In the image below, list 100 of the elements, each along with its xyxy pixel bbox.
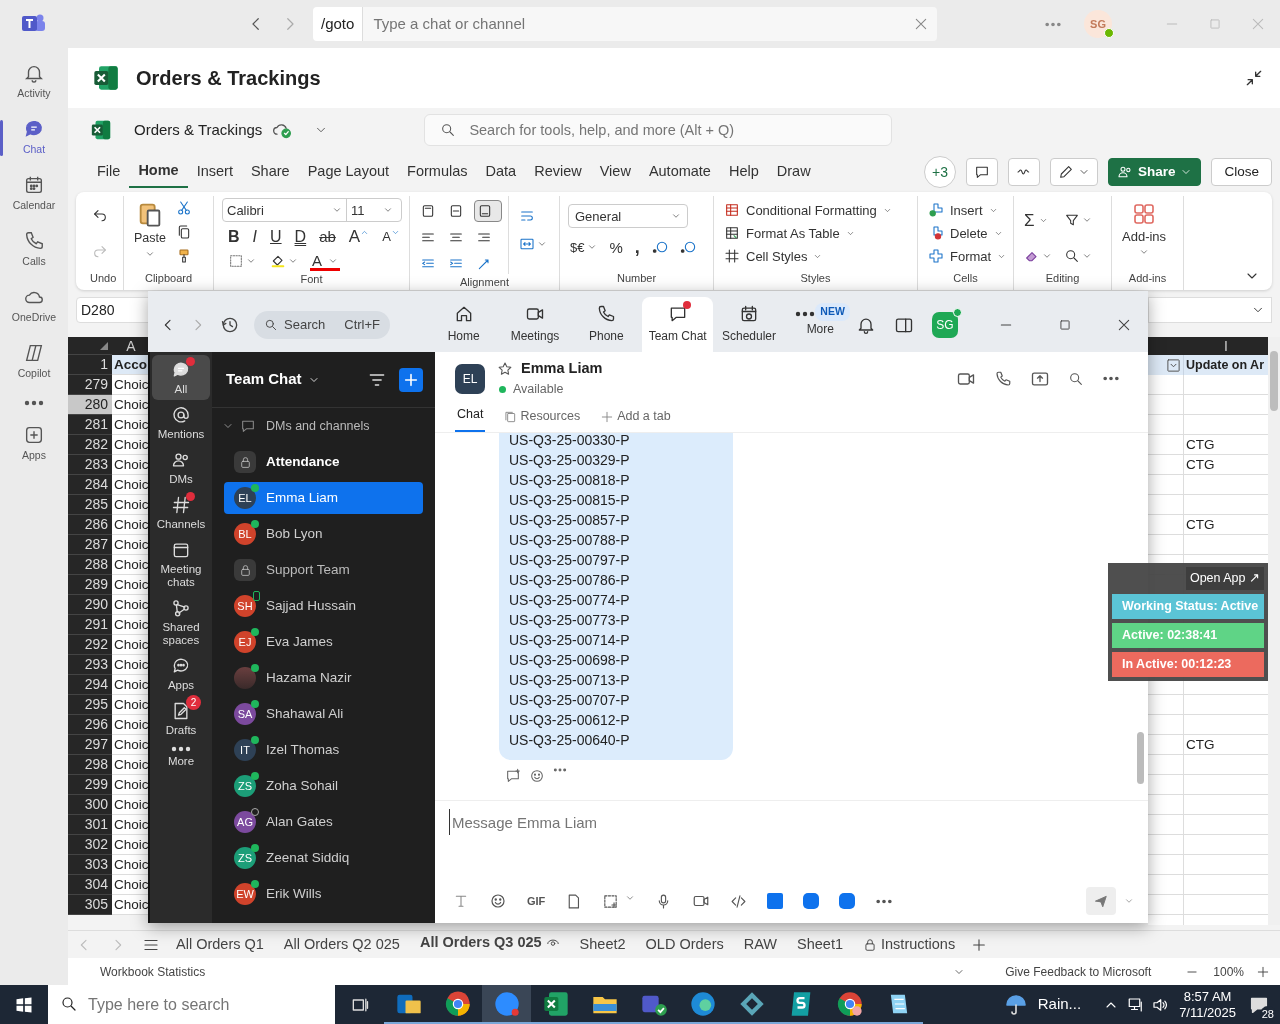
sheet-tab[interactable]: RAW <box>733 929 788 960</box>
decrease-font-button[interactable]: A <box>380 226 402 247</box>
chat-list-item[interactable]: ZS Zoha Sohail <box>224 770 423 802</box>
ribbon-tab[interactable]: Data <box>476 157 526 187</box>
feedback-link[interactable]: Give Feedback to Microsoft <box>1005 962 1152 981</box>
styles-menu-button[interactable]: Format As Table <box>722 223 894 243</box>
ribbon-tab[interactable]: File <box>88 157 130 187</box>
chat-filter-item[interactable]: DMs <box>152 445 210 490</box>
ribbon-tab[interactable]: Draw <box>767 157 820 187</box>
conversation-tab[interactable]: Resources <box>501 403 583 432</box>
percent-button[interactable]: % <box>607 236 625 258</box>
weather-text[interactable]: Rain... <box>1037 993 1082 1016</box>
chat-filter-item[interactable]: Mentions <box>152 400 210 445</box>
ribbon-tab[interactable]: Help <box>719 157 768 187</box>
sheet-tab[interactable]: Sheet1 <box>787 929 853 960</box>
clock-time[interactable]: 8:57 AM <box>1183 988 1232 1005</box>
nav-tab[interactable]: Team Chat <box>642 297 714 352</box>
chat-list-item[interactable]: IT Izel Thomas <box>224 734 423 766</box>
name-box[interactable]: D280 <box>76 297 150 323</box>
ribbon-tab[interactable]: Formulas <box>398 157 477 187</box>
open-app-button[interactable]: Open App ↗ <box>1185 567 1264 590</box>
rail-item[interactable]: OneDrive <box>2 280 66 332</box>
ribbon-tab[interactable]: View <box>590 157 640 187</box>
rail-item[interactable]: Apps <box>2 418 66 470</box>
rail-item[interactable]: Calls <box>2 224 66 276</box>
chat-list-item[interactable]: AG Alan Gates <box>224 806 423 838</box>
chat-list-item[interactable]: Hazama Nazir <box>224 662 423 694</box>
workbook-statistics[interactable]: Workbook Statistics <box>100 962 206 981</box>
nav-tab[interactable]: NEW More <box>784 297 856 352</box>
close-button[interactable]: Close <box>1211 158 1272 186</box>
chat-list-item[interactable]: EJ Eva James <box>224 626 423 658</box>
number-format-dropdown[interactable]: General <box>568 204 688 228</box>
ribbon-tab[interactable]: Automate <box>639 157 720 187</box>
coauthor-count[interactable]: +3 <box>923 156 956 188</box>
chat-list-item[interactable]: SA Shahawal Ali <box>224 698 423 730</box>
chat-filter-item[interactable]: Shared spaces <box>152 593 210 651</box>
currency-button[interactable]: $€ <box>568 236 600 258</box>
conversation-tab[interactable]: Chat <box>455 401 486 432</box>
ribbon-tab[interactable]: Review <box>525 157 591 187</box>
sheet-tab[interactable]: All Orders Q1 <box>166 929 274 960</box>
section-header[interactable]: DMs and channels <box>266 416 370 436</box>
underline-button[interactable]: U <box>268 226 284 247</box>
sheet-tab[interactable]: OLD Orders <box>635 929 734 960</box>
rail-item[interactable]: Copilot <box>2 336 66 388</box>
font-name-dropdown[interactable]: Calibri <box>223 199 347 221</box>
chat-filter-item[interactable]: Channels <box>152 490 210 535</box>
conversation-tab[interactable]: Add a tab <box>598 403 673 432</box>
increase-font-button[interactable]: A <box>346 226 372 247</box>
add-ins-button[interactable]: Add-ins <box>1120 196 1169 270</box>
sheet-tab[interactable]: Instructions <box>853 929 966 960</box>
sheet-tab[interactable]: Sheet2 <box>569 929 636 960</box>
gif-button[interactable]: GIF <box>527 892 546 910</box>
chat-list-item[interactable]: Support Team <box>224 554 423 586</box>
cells-menu-button[interactable]: Insert <box>926 200 1009 220</box>
ribbon-tab[interactable]: Page Layout <box>298 157 399 187</box>
cells-menu-button[interactable]: Delete <box>926 223 1009 243</box>
chat-list-item[interactable]: EL Emma Liam <box>224 482 423 514</box>
ribbon-tab[interactable]: Insert <box>187 157 242 187</box>
cells-menu-button[interactable]: Format <box>926 246 1009 266</box>
chat-filter-item[interactable]: Apps <box>152 651 210 696</box>
tell-me-search-field[interactable]: Search for tools, help, and more (Alt + Q) <box>424 114 893 146</box>
comma-style-button[interactable]: , <box>632 236 642 258</box>
autosum-button[interactable]: Σ <box>1022 206 1062 235</box>
chat-filter-item[interactable]: All <box>152 355 210 400</box>
styles-menu-button[interactable]: Cell Styles <box>722 246 894 266</box>
chat-list-item[interactable]: BL Bob Lyon <box>224 518 423 550</box>
chat-filter-item[interactable]: 2 Drafts <box>152 696 210 741</box>
chat-list-item[interactable]: Attendance <box>224 446 423 478</box>
sheet-tab[interactable]: All Orders Q2 025 <box>273 929 410 960</box>
styles-menu-button[interactable]: Conditional Formatting <box>722 200 894 220</box>
share-button[interactable]: Share <box>1107 158 1202 186</box>
paste-button[interactable]: Paste <box>132 196 168 270</box>
ribbon-tab[interactable]: Home <box>129 156 188 188</box>
zoom-level[interactable]: 100% <box>1213 962 1244 981</box>
search-button[interactable]: Search Ctrl+F <box>254 310 390 339</box>
double-underline-button[interactable]: D <box>292 226 309 247</box>
list-title-dropdown[interactable]: Team Chat <box>226 368 320 391</box>
font-color-button[interactable]: A <box>310 251 340 271</box>
chat-filter-item[interactable]: Meeting chats <box>152 535 210 593</box>
ribbon-tab[interactable]: Share <box>241 157 299 187</box>
italic-button[interactable]: I <box>250 226 259 247</box>
font-size-dropdown[interactable]: 11 <box>347 199 397 221</box>
chat-list-item[interactable]: SH Sajjad Hussain <box>224 590 423 622</box>
nav-tab[interactable]: Meetings <box>499 297 571 352</box>
strikethrough-button[interactable]: ab <box>317 226 338 247</box>
chat-filter-item[interactable]: More <box>152 741 210 772</box>
initials-avatar: IT <box>234 739 256 761</box>
rail-item[interactable]: Calendar <box>2 168 66 220</box>
chat-list-item[interactable]: EW Erik Wills <box>224 878 423 910</box>
taskbar-search-field[interactable]: Type here to search <box>48 985 335 1024</box>
nav-tab[interactable]: Home <box>428 297 500 352</box>
chat-search-field[interactable]: Type a chat or channel <box>363 7 937 41</box>
clock-date[interactable]: 7/11/2025 <box>1179 1004 1236 1021</box>
nav-tab[interactable]: Scheduler <box>713 297 785 352</box>
table-header-cell: Acco <box>112 355 148 375</box>
rail-item[interactable]: Chat <box>2 112 66 164</box>
chat-list-item[interactable]: ZS Zeenat Siddiq <box>224 842 423 874</box>
bold-button[interactable]: B <box>226 226 242 247</box>
rail-item[interactable]: Activity <box>2 56 66 108</box>
nav-tab[interactable]: Phone <box>570 297 642 352</box>
